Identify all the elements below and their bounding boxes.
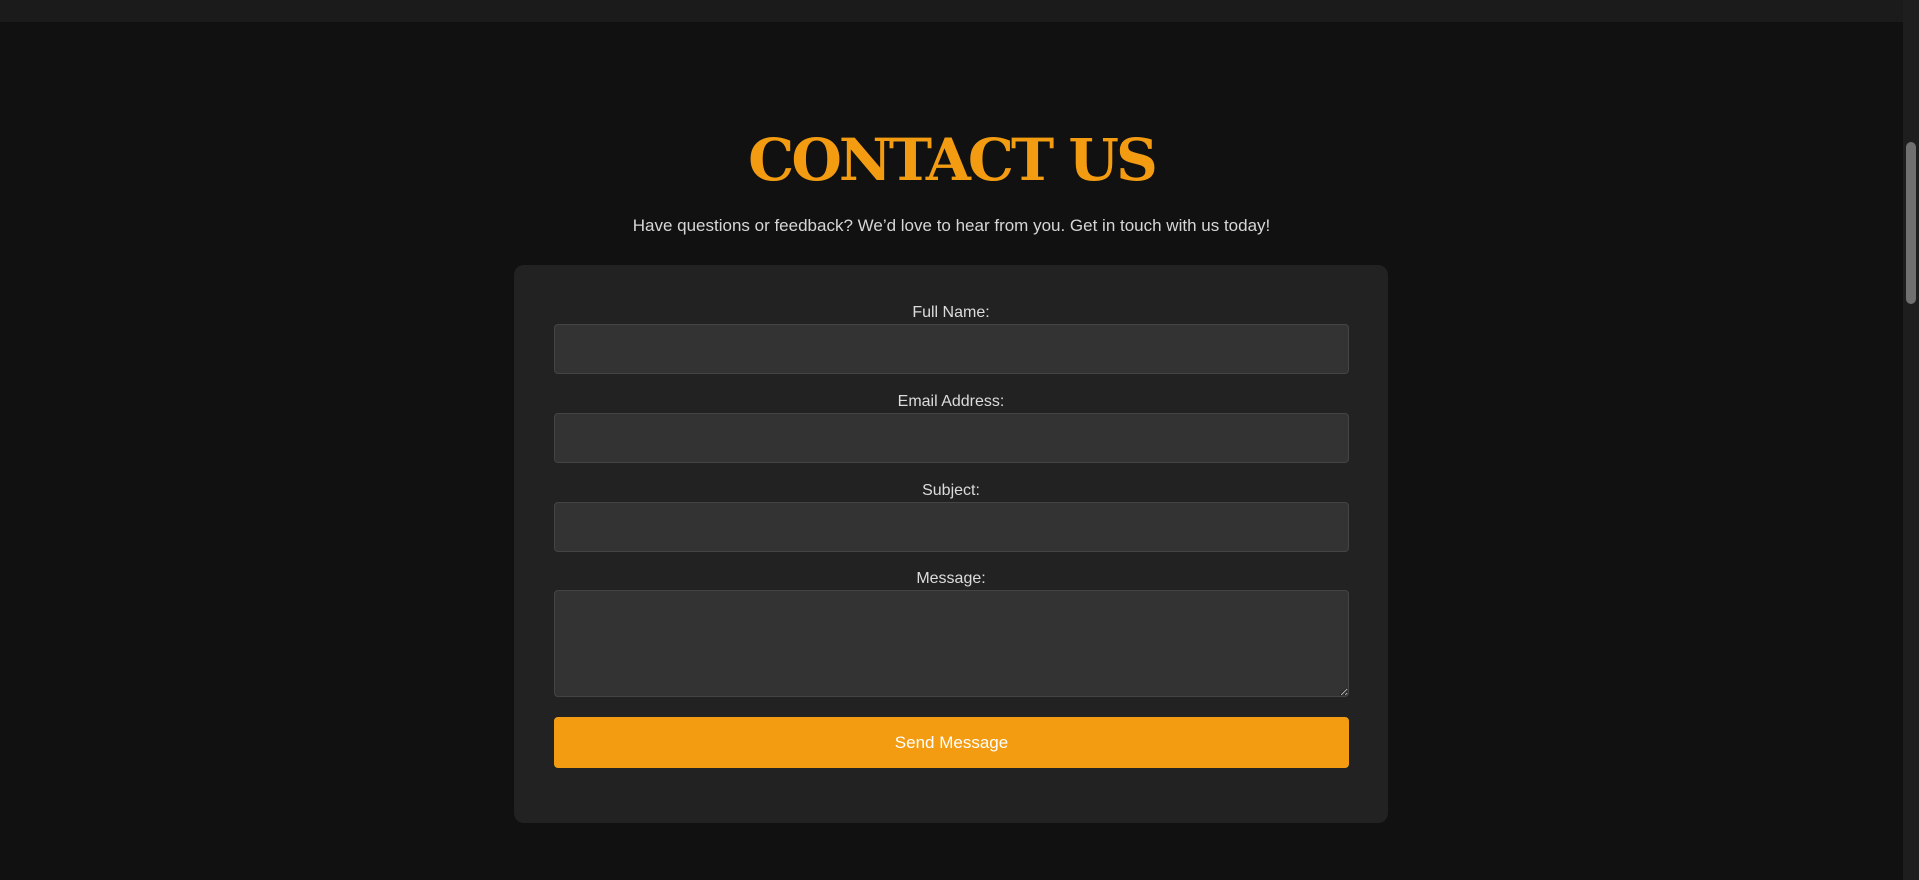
full-name-input[interactable] xyxy=(554,324,1349,374)
message-label: Message: xyxy=(916,570,986,587)
scrollbar-thumb[interactable] xyxy=(1906,142,1916,304)
message-textarea[interactable] xyxy=(554,590,1349,697)
full-name-label: Full Name: xyxy=(912,304,990,321)
email-label: Email Address: xyxy=(897,393,1005,410)
top-bar xyxy=(0,0,1903,22)
contact-page: CONTACT US Have questions or feedback? W… xyxy=(0,0,1903,880)
page-title: CONTACT US xyxy=(748,126,1158,194)
page-scrollbar[interactable] xyxy=(1903,0,1919,880)
page-subtitle: Have questions or feedback? We’d love to… xyxy=(632,216,1271,235)
send-message-button[interactable]: Send Message xyxy=(554,717,1349,768)
subject-label: Subject: xyxy=(922,482,980,499)
contact-form: Full Name: Email Address: Subject: Messa… xyxy=(514,265,1388,823)
subject-input[interactable] xyxy=(554,502,1349,552)
email-input[interactable] xyxy=(554,413,1349,463)
